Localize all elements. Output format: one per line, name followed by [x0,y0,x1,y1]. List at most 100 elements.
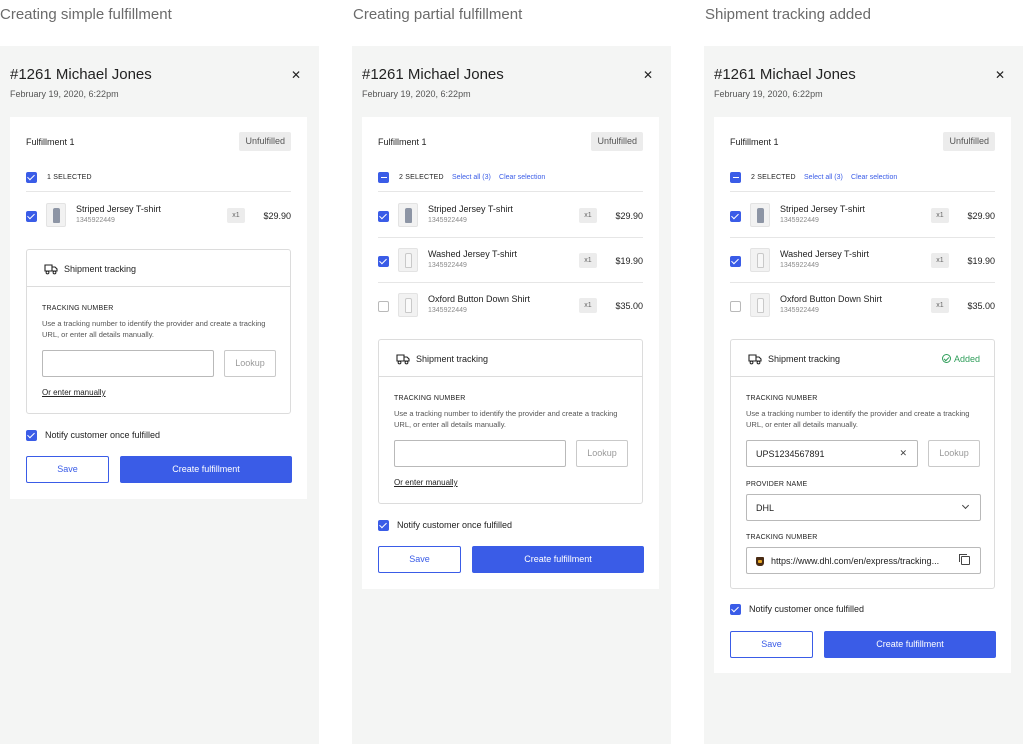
tracking-number-label: TRACKING NUMBER [746,395,818,402]
provider-select[interactable]: DHL [746,494,981,521]
lookup-button[interactable]: Lookup [928,440,980,467]
selection-count: 2 SELECTED [751,174,796,181]
fulfillment-panel: #1261 Michael Jones February 19, 2020, 6… [704,46,1023,744]
check-circle-icon [941,354,951,363]
fulfillment-card: Fulfillment 1 Unfulfilled 2 SELECTED Sel… [714,117,1011,673]
order-title: #1261 Michael Jones [714,66,856,83]
notify-checkbox[interactable] [378,520,389,531]
select-all-checkbox[interactable] [378,172,389,183]
create-fulfillment-button[interactable]: Create fulfillment [472,546,644,573]
item-price: $29.90 [615,211,643,221]
provider-name-label: PROVIDER NAME [746,481,808,488]
ups-logo-icon [756,557,764,566]
item-checkbox[interactable] [378,256,389,267]
selection-count: 1 SELECTED [47,174,92,181]
fulfillment-title: Fulfillment 1 [26,137,75,147]
item-name: Washed Jersey T-shirt [428,249,518,259]
tracking-help-text: Use a tracking number to identify the pr… [746,409,970,429]
item-quantity: x1 [931,298,949,313]
line-item: Washed Jersey T-shirt 1345922449 x1 $19.… [730,248,995,274]
enter-manually-link[interactable]: Or enter manually [42,388,106,397]
select-all-checkbox[interactable] [730,172,741,183]
item-price: $35.00 [967,301,995,311]
notify-checkbox[interactable] [730,604,741,615]
fulfillment-panel: #1261 Michael Jones February 19, 2020, 6… [352,46,671,744]
item-checkbox[interactable] [378,301,389,312]
item-quantity: x1 [227,208,245,223]
order-date: February 19, 2020, 6:22pm [10,89,119,99]
truck-icon [44,264,58,275]
item-quantity: x1 [579,208,597,223]
item-checkbox[interactable] [730,301,741,312]
lookup-button[interactable]: Lookup [576,440,628,467]
divider [26,191,291,192]
select-all-checkbox[interactable] [26,172,37,183]
item-checkbox[interactable] [26,211,37,222]
enter-manually-link[interactable]: Or enter manually [394,478,458,487]
fulfillment-panel: #1261 Michael Jones February 19, 2020, 6… [0,46,319,744]
save-button[interactable]: Save [378,546,461,573]
item-sku: 1345922449 [780,262,819,269]
save-button[interactable]: Save [730,631,813,658]
item-price: $19.90 [967,256,995,266]
item-checkbox[interactable] [730,211,741,222]
item-quantity: x1 [931,253,949,268]
clear-selection-link[interactable]: Clear selection [851,174,897,181]
item-price: $29.90 [263,211,291,221]
item-sku: 1345922449 [76,217,115,224]
item-quantity: x1 [579,298,597,313]
fulfillment-title: Fulfillment 1 [730,137,779,147]
item-checkbox[interactable] [378,211,389,222]
clear-selection-link[interactable]: Clear selection [499,174,545,181]
lookup-button[interactable]: Lookup [224,350,276,377]
save-button[interactable]: Save [26,456,109,483]
close-icon[interactable]: ✕ [995,68,1005,82]
item-price: $29.90 [967,211,995,221]
product-thumbnail [750,248,770,272]
line-item: Striped Jersey T-shirt 1345922449 x1 $29… [730,203,995,229]
product-thumbnail [398,293,418,317]
provider-value: DHL [756,503,775,513]
item-checkbox[interactable] [730,256,741,267]
divider [378,191,643,192]
notify-label: Notify customer once fulfilled [45,430,161,440]
close-icon[interactable]: ✕ [291,68,301,82]
shipment-tracking-title: Shipment tracking [768,354,841,364]
select-all-link[interactable]: Select all (3) [452,174,491,181]
item-sku: 1345922449 [780,307,819,314]
tracking-number-input[interactable] [394,440,566,467]
status-badge: Unfulfilled [239,132,291,151]
divider [730,191,995,192]
item-price: $35.00 [615,301,643,311]
product-thumbnail [750,203,770,227]
tracking-number-input[interactable]: UPS1234567891 ✕ [746,440,918,467]
create-fulfillment-button[interactable]: Create fulfillment [824,631,996,658]
shipment-tracking-section: Shipment tracking TRACKING NUMBER Use a … [26,249,291,414]
close-icon[interactable]: ✕ [643,68,653,82]
create-fulfillment-button[interactable]: Create fulfillment [120,456,292,483]
notify-checkbox[interactable] [26,430,37,441]
tracking-url-field[interactable]: https://www.dhl.com/en/express/tracking.… [746,547,981,574]
select-all-link[interactable]: Select all (3) [804,174,843,181]
shipment-tracking-header: Shipment tracking [379,340,642,377]
line-item: Washed Jersey T-shirt 1345922449 x1 $19.… [378,248,643,274]
item-name: Striped Jersey T-shirt [76,204,161,214]
shipment-tracking-title: Shipment tracking [64,264,137,274]
shipment-tracking-title: Shipment tracking [416,354,489,364]
item-name: Striped Jersey T-shirt [428,204,513,214]
line-item: Striped Jersey T-shirt 1345922449 x1 $29… [26,203,291,229]
item-name: Striped Jersey T-shirt [780,204,865,214]
fulfillment-card: Fulfillment 1 Unfulfilled 1 SELECTED Str… [10,117,307,499]
product-thumbnail [398,248,418,272]
shipment-tracking-section: Shipment tracking Added TRACKING NUMBER … [730,339,995,589]
line-item: Oxford Button Down Shirt 1345922449 x1 $… [378,293,643,319]
item-price: $19.90 [615,256,643,266]
shipment-tracking-header: Shipment tracking Added [731,340,994,377]
line-item: Oxford Button Down Shirt 1345922449 x1 $… [730,293,995,319]
selection-count: 2 SELECTED [399,174,444,181]
tracking-added-status: Added [941,354,980,364]
clear-input-icon[interactable]: ✕ [899,448,907,459]
copy-icon[interactable] [959,554,970,565]
item-name: Washed Jersey T-shirt [780,249,870,259]
tracking-number-input[interactable] [42,350,214,377]
